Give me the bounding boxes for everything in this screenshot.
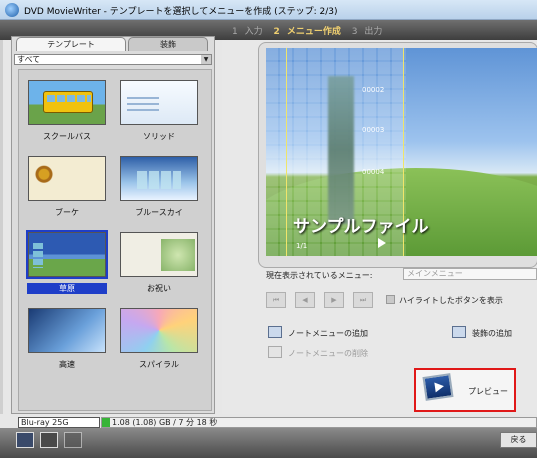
highlight-checkbox[interactable] [386, 295, 395, 304]
template-item-selected[interactable]: 草原 [21, 224, 117, 300]
back-button[interactable]: 戻る [500, 432, 537, 448]
app-icon [5, 3, 19, 17]
list-settings-icon[interactable] [16, 432, 34, 448]
chapter-number[interactable]: 00003 [362, 126, 384, 134]
first-button[interactable]: ⏮ [266, 292, 286, 308]
add-note-menu-label: ノートメニューの追加 [288, 329, 368, 338]
add-decoration-label: 装飾の追加 [472, 329, 512, 338]
app-window: DVD MovieWriter - テンプレートを選択してメニューを作成 (ステ… [0, 0, 537, 458]
template-label: ソリッド [143, 132, 175, 141]
chapter-thumbnail[interactable] [328, 76, 354, 224]
capacity-used [102, 418, 110, 427]
template-item[interactable]: お祝い [113, 224, 209, 300]
current-menu-select[interactable]: メインメニュー [403, 268, 537, 280]
tab-template[interactable]: テンプレート [16, 37, 126, 51]
template-grid: スクールバス ソリッド ブーケ ブルースカイ 草原 お祝い 高速 スパイラル [18, 69, 212, 411]
decoration-add-icon [452, 326, 466, 338]
template-thumbnail[interactable] [120, 308, 198, 353]
menu-title[interactable]: サンプルファイル [293, 212, 429, 237]
play-icon[interactable] [378, 238, 386, 248]
template-label: ブーケ [55, 208, 79, 217]
disc-type-select[interactable]: Blu-ray 25G [18, 417, 100, 428]
template-label: お祝い [147, 284, 171, 293]
template-item[interactable]: ブーケ [21, 148, 117, 224]
prev-button[interactable]: ◀ [295, 292, 315, 308]
preview-button-label: プレビュー [468, 387, 508, 396]
template-thumbnail[interactable] [120, 80, 198, 125]
chapter-number[interactable]: 00002 [362, 86, 384, 94]
capacity-text: 1.08 (1.08) GB / 7 分 18 秒 [112, 418, 218, 427]
template-tabs: テンプレート 装飾 [12, 37, 214, 51]
template-item[interactable]: ソリッド [113, 72, 209, 148]
last-button[interactable]: ⏭ [353, 292, 373, 308]
template-label: 高速 [59, 360, 75, 369]
title-bar: DVD MovieWriter - テンプレートを選択してメニューを作成 (ステ… [0, 0, 537, 20]
template-thumbnail[interactable] [28, 308, 106, 353]
template-item[interactable]: スクールバス [21, 72, 117, 148]
capacity-bar: 1.08 (1.08) GB / 7 分 18 秒 [101, 417, 537, 428]
chevron-down-icon[interactable]: ▼ [201, 55, 211, 64]
template-item[interactable]: 高速 [21, 300, 117, 376]
template-thumbnail[interactable] [120, 156, 198, 201]
note-menu-add-icon [268, 326, 282, 338]
info-icon[interactable] [64, 432, 82, 448]
template-item[interactable]: スパイラル [113, 300, 209, 376]
step-2: 2 メニュー作成 [273, 27, 341, 37]
template-thumbnail[interactable] [120, 232, 198, 277]
current-menu-row: 現在表示されているメニュー: メインメニュー [266, 268, 537, 282]
page-indicator: 1/1 [296, 242, 308, 250]
category-select[interactable]: すべて ▼ [14, 54, 212, 65]
step-indicator: 1 入力 2 メニュー作成 3 出力 [232, 24, 390, 37]
template-thumbnail[interactable] [28, 156, 106, 201]
template-panel: テンプレート 装飾 すべて ▼ スクールバス ソリッド ブーケ ブルースカイ 草… [11, 36, 215, 414]
school-bus-image [43, 91, 93, 113]
preview-button[interactable]: プレビュー [414, 368, 516, 412]
template-label: 草原 [27, 283, 107, 294]
chapter-number[interactable]: 00004 [362, 168, 384, 176]
window-title: DVD MovieWriter - テンプレートを選択してメニューを作成 (ステ… [24, 7, 338, 17]
template-thumbnail[interactable] [28, 80, 106, 125]
template-thumbnail[interactable] [26, 230, 108, 279]
menu-preview[interactable]: 00002 00003 00004 サンプルファイル 1/1 [266, 48, 537, 256]
template-label: スパイラル [139, 360, 179, 369]
step-3: 3 出力 [351, 27, 383, 37]
next-button[interactable]: ▶ [324, 292, 344, 308]
delete-note-menu-label: ノートメニューの削除 [288, 349, 368, 358]
disc-settings-icon[interactable] [40, 432, 58, 448]
left-edge [0, 40, 3, 414]
tab-decoration[interactable]: 装飾 [128, 37, 208, 51]
note-menu-delete-icon [268, 346, 282, 358]
current-menu-label: 現在表示されているメニュー: [266, 271, 373, 280]
highlight-label: ハイライトしたボタンを表示 [399, 296, 503, 305]
step-1: 1 入力 [232, 27, 263, 37]
template-item[interactable]: ブルースカイ [113, 148, 209, 224]
preview-monitor-icon [422, 373, 454, 401]
template-label: スクールバス [43, 132, 91, 141]
category-select-value: すべて [17, 55, 41, 64]
template-label: ブルースカイ [135, 208, 183, 217]
